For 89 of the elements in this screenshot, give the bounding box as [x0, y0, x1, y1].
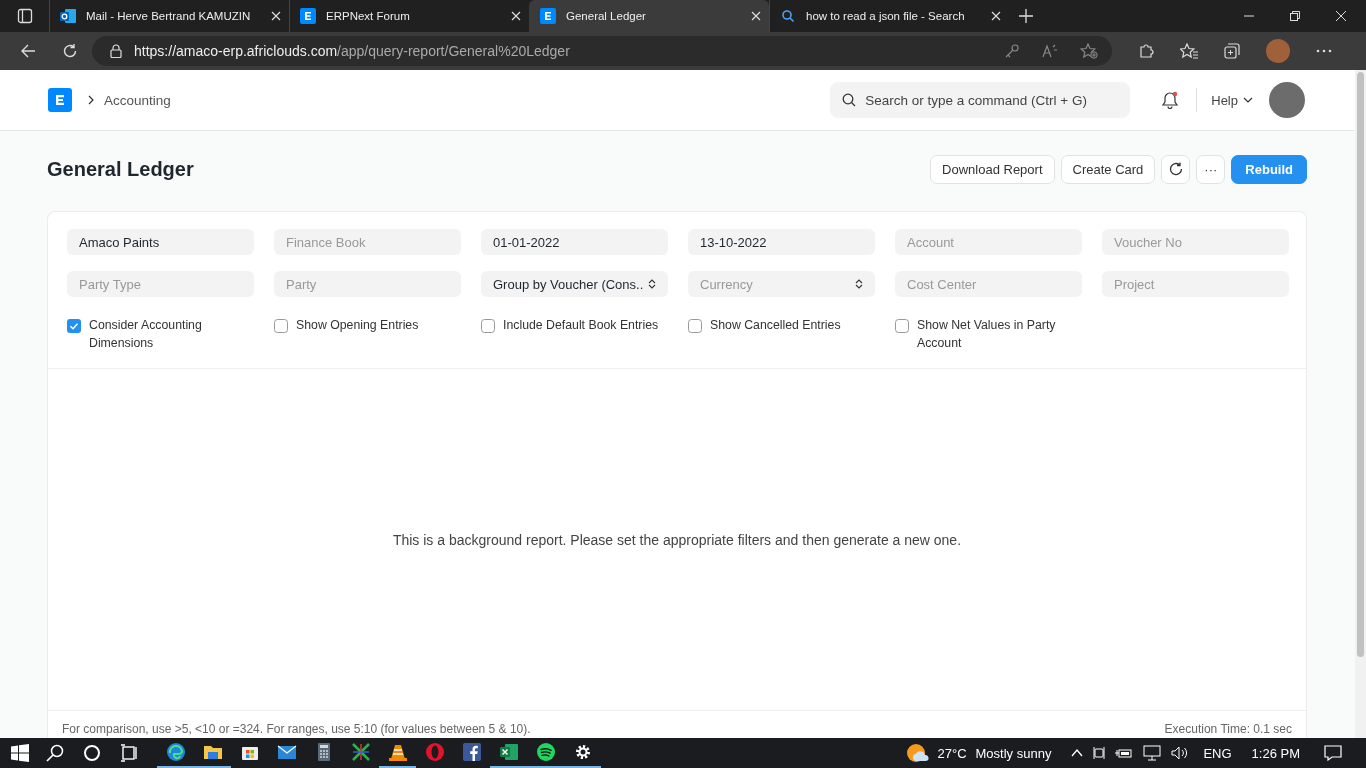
checkbox[interactable]	[67, 319, 81, 333]
refresh-icon	[1168, 162, 1183, 176]
more-icon[interactable]	[1316, 49, 1332, 53]
checkbox-label[interactable]: Show Net Values in Party Account	[917, 316, 1082, 352]
input-field[interactable]: Voucher No	[1102, 229, 1289, 255]
execution-time: Execution Time: 0.1 sec	[1164, 721, 1292, 736]
clock[interactable]: 1:26 PM	[1251, 745, 1300, 761]
checkbox-label[interactable]: Include Default Book Entries	[503, 316, 659, 334]
back-icon[interactable]	[20, 43, 36, 59]
weather-text[interactable]: Mostly sunny	[975, 745, 1052, 761]
music-app-icon	[535, 742, 556, 762]
input-field[interactable]: Party Type	[67, 271, 254, 297]
browser-tab[interactable]: General Ledger	[529, 0, 769, 32]
breadcrumb-link[interactable]: Accounting	[104, 92, 171, 108]
weather-icon[interactable]	[906, 743, 931, 763]
network-icon[interactable]	[1143, 745, 1162, 761]
checkbox-label[interactable]: Consider Accounting Dimensions	[89, 316, 254, 352]
input-field[interactable]: Account	[895, 229, 1082, 255]
traffic-cone-icon	[387, 742, 408, 762]
close-icon[interactable]	[751, 11, 761, 21]
scrollbar[interactable]	[1355, 70, 1366, 738]
windows-start-icon[interactable]	[11, 744, 29, 762]
action-button[interactable]: Download Report	[930, 154, 1055, 184]
select-arrows-icon	[855, 279, 863, 289]
checkbox-label[interactable]: Show Cancelled Entries	[710, 316, 841, 334]
checkbox-label[interactable]: Show Opening Entries	[296, 316, 419, 334]
input-field[interactable]: 13-10-2022	[688, 229, 875, 255]
app-logo[interactable]	[48, 88, 72, 112]
collections-icon[interactable]	[1224, 43, 1240, 59]
tab-actions-icon[interactable]	[17, 8, 33, 24]
search-icon	[780, 8, 796, 24]
page-title: General Ledger	[47, 157, 194, 181]
select-field[interactable]: Group by Voucher (Cons..	[481, 271, 668, 297]
temperature[interactable]: 27°C	[937, 745, 967, 761]
extensions-icon[interactable]	[1138, 43, 1154, 59]
cross-icon	[350, 742, 371, 762]
task-view-icon[interactable]	[120, 744, 138, 762]
close-icon[interactable]	[271, 11, 281, 21]
cortana-icon[interactable]	[83, 744, 101, 762]
key-icon[interactable]	[1004, 43, 1020, 59]
refresh-button[interactable]	[1161, 154, 1191, 184]
checkbox[interactable]	[481, 319, 495, 333]
meet-icon[interactable]	[1093, 745, 1106, 761]
refresh-icon[interactable]	[62, 43, 78, 59]
checkbox[interactable]	[274, 319, 288, 333]
close-icon[interactable]	[511, 11, 521, 21]
help-dropdown[interactable]: Help	[1211, 92, 1253, 108]
search-field[interactable]: Search or type a command (Ctrl + G)	[830, 82, 1131, 118]
empty-report-message: This is a background report. Please set the appropriate filters and then generate a new one.	[392, 531, 962, 548]
input-field[interactable]: Amaco Paints	[67, 229, 254, 255]
bell-icon[interactable]	[1161, 91, 1180, 109]
lock-icon	[110, 44, 122, 58]
new-tab-icon[interactable]	[1019, 9, 1033, 23]
facebook-icon	[461, 742, 482, 762]
input-field[interactable]: Project	[1102, 271, 1289, 297]
input-field[interactable]: Finance Book	[274, 229, 461, 255]
notifications-icon[interactable]	[1324, 745, 1342, 761]
url-text: https://amaco-erp.africlouds.com/app/query-report/General%20Ledger	[134, 43, 570, 59]
close-icon[interactable]	[991, 11, 1001, 21]
input-field[interactable]: Cost Center	[895, 271, 1082, 297]
favorites-icon[interactable]	[1180, 43, 1198, 59]
spreadsheet-icon	[498, 742, 519, 762]
read-aloud-icon[interactable]	[1042, 43, 1058, 59]
chevron-down-icon	[1243, 97, 1253, 103]
search-icon	[842, 93, 857, 107]
more-button[interactable]: ···	[1196, 154, 1226, 184]
address-bar[interactable]: https://amaco-erp.africlouds.com/app/query-report/General%20Ledger	[92, 36, 1112, 66]
input-field[interactable]: 01-01-2022	[481, 229, 668, 255]
app-logo-icon	[540, 8, 556, 24]
mail-icon	[60, 8, 76, 24]
opera-icon	[424, 742, 445, 762]
battery-icon[interactable]	[1115, 747, 1134, 759]
restore-icon[interactable]	[1290, 11, 1300, 21]
select-arrows-icon	[648, 279, 656, 289]
star-plus-icon[interactable]	[1080, 43, 1098, 59]
input-field[interactable]: Party	[274, 271, 461, 297]
filter-hint: For comparison, use >5, <10 or =324. For ranges, use 5:10 (for values between 5 & 10).	[62, 721, 531, 736]
chevron-up-icon[interactable]	[1071, 749, 1084, 757]
app-logo-icon	[300, 8, 316, 24]
user-avatar[interactable]	[1269, 82, 1305, 118]
search-icon[interactable]	[46, 744, 64, 762]
volume-icon[interactable]	[1171, 746, 1190, 760]
checkbox[interactable]	[688, 319, 702, 333]
action-button[interactable]: Create Card	[1060, 154, 1156, 184]
checkbox[interactable]	[895, 319, 909, 333]
language-indicator[interactable]: ENG	[1203, 745, 1232, 761]
close-icon[interactable]	[1336, 11, 1346, 21]
browser-icon	[165, 742, 186, 762]
chevron-right-icon	[88, 95, 94, 105]
